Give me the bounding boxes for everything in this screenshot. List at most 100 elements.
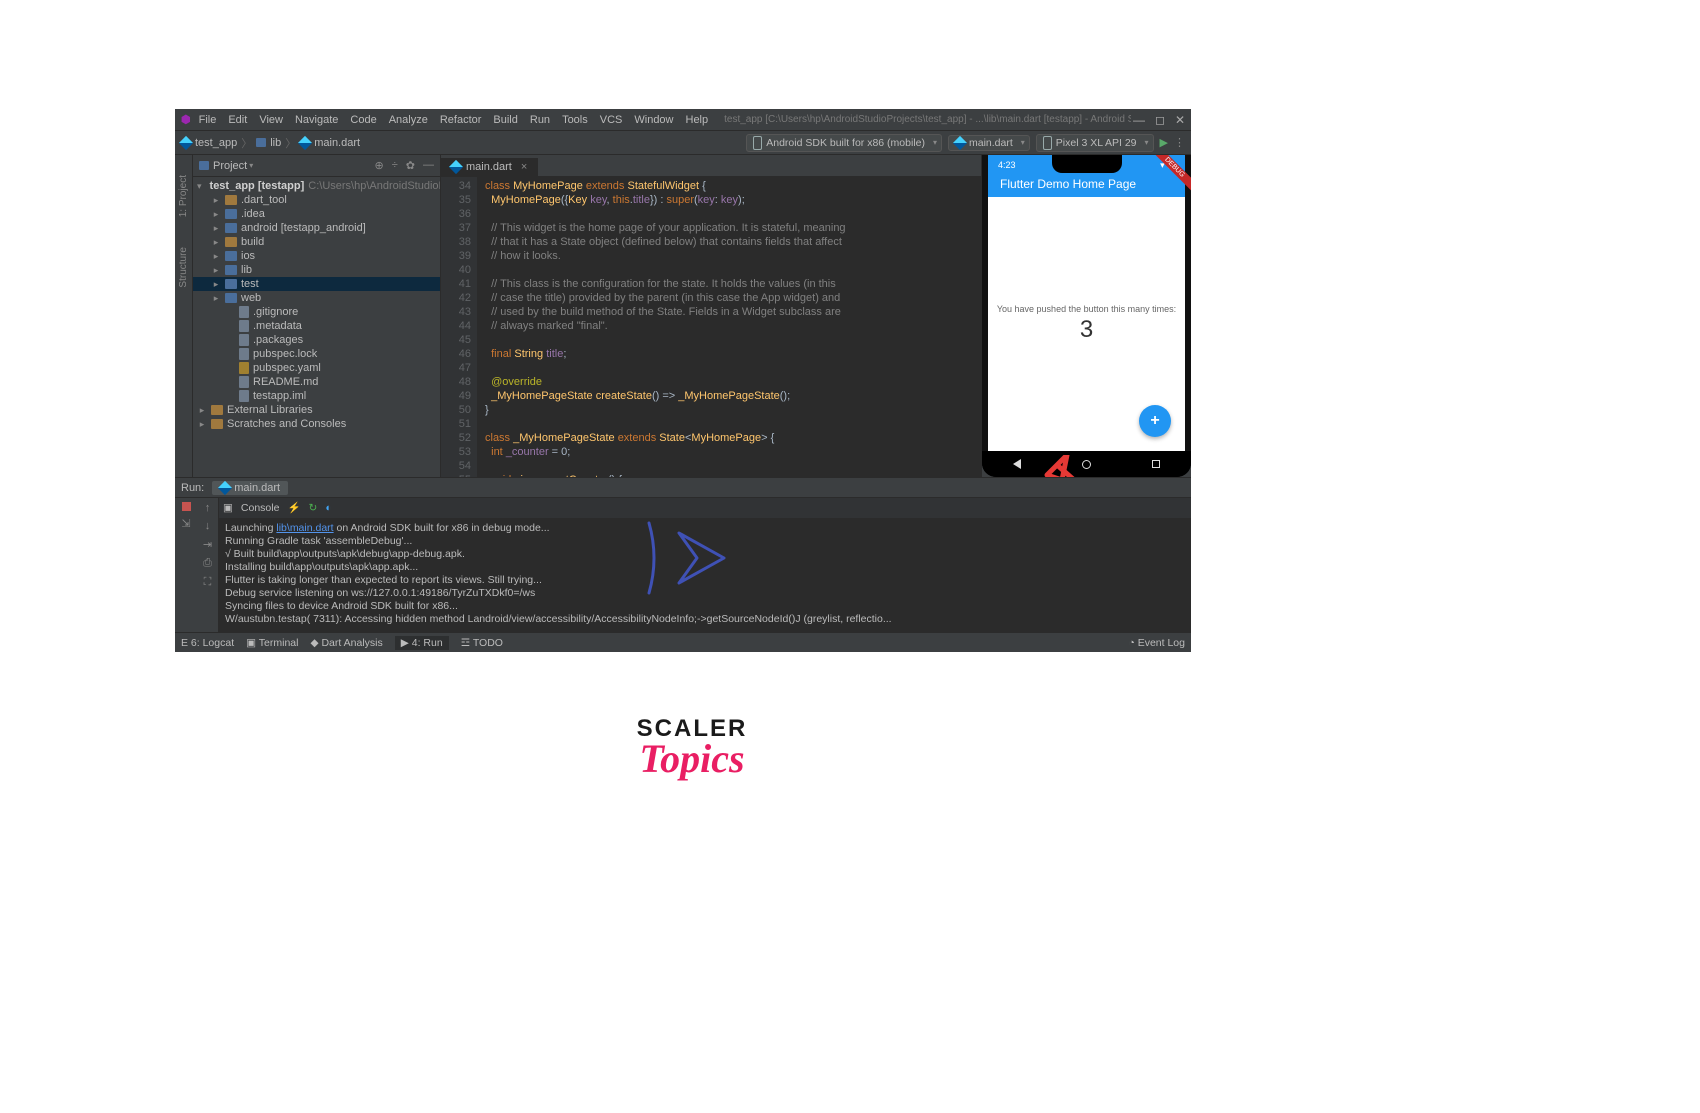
console-output[interactable]: Launching lib\main.dart on Android SDK b… [219,518,1191,632]
phone-icon [1043,136,1052,150]
menu-edit[interactable]: Edit [222,112,253,128]
tree-node[interactable]: README.md [193,375,440,389]
appbar-title: Flutter Demo Home Page [1000,177,1136,191]
collapse-icon[interactable]: ÷ [392,159,398,172]
status-run[interactable]: ▶ 4: Run [395,636,449,650]
reload-icon[interactable]: ↻ [309,502,318,514]
plus-icon: + [1150,412,1159,430]
menu-view[interactable]: View [253,112,289,128]
print-icon[interactable]: ⎙ [203,557,212,570]
menu-tools[interactable]: Tools [556,112,594,128]
console-tab-label[interactable]: Console [241,502,280,514]
tree-node[interactable]: ▸ build [193,235,440,249]
project-tree[interactable]: ▾ test_app [testapp] C:\Users\hp\Android… [193,177,440,433]
code-editor[interactable]: class MyHomePage extends StatefulWidget … [477,177,846,477]
android-studio-window: ⬢ FileEditViewNavigateCodeAnalyzeRefacto… [175,109,1191,652]
menu-window[interactable]: Window [628,112,679,128]
breadcrumb-mid: lib [270,137,281,149]
tree-node[interactable]: .gitignore [193,305,440,319]
terminal-icon: ▣ [246,637,259,649]
status-todo[interactable]: ☲ TODO [461,637,503,649]
structure-tool-label[interactable]: Structure [178,247,189,288]
tree-node[interactable]: pubspec.yaml [193,361,440,375]
hide-icon[interactable]: — [423,159,434,172]
run-small-icon: ▶ [401,637,412,649]
scaler-topics-logo: SCALER Topics [627,715,757,782]
tree-node[interactable]: ▸ web [193,291,440,305]
tree-node[interactable]: ▸ .idea [193,207,440,221]
config-label: main.dart [969,137,1013,149]
status-terminal[interactable]: ▣ Terminal [246,637,298,649]
tree-node[interactable]: ▸ .dart_tool [193,193,440,207]
event-log[interactable]: ◔ Event Log [1128,637,1185,649]
maximize-icon[interactable]: ◻ [1155,113,1165,127]
status-dart[interactable]: ◆ Dart Analysis [310,637,382,649]
menu-build[interactable]: Build [487,112,523,128]
tree-node[interactable]: .packages [193,333,440,347]
counter-label: You have pushed the button this many tim… [997,304,1176,314]
stop-icon[interactable] [182,502,191,511]
flutter-icon [953,135,967,149]
flutter-icon [218,480,232,494]
device-frame: DEBUG 4:23 ▾ ◉ Flutter Demo Home Page Yo… [982,155,1191,477]
editor-tab-main[interactable]: main.dart × [441,158,538,176]
menu-help[interactable]: Help [680,112,715,128]
tree-node[interactable]: ▸ android [testapp_android] [193,221,440,235]
run-icon[interactable]: ▶ [1160,136,1168,149]
target-icon[interactable]: ⊕ [375,159,384,172]
back-icon[interactable] [1013,459,1021,469]
tree-node[interactable]: pubspec.lock [193,347,440,361]
run-tab[interactable]: main.dart [212,481,288,495]
project-tool-label[interactable]: 1: Project [178,175,189,217]
line-gutter: 3435363738394041424344454647484950515253… [441,177,477,477]
console: ▣ Console ⚡ ↻ ◐ Launching lib\main.dart … [219,498,1191,632]
lightning-icon[interactable]: ⚡ [287,501,300,514]
run-label: Run: [181,482,204,494]
menu-vcs[interactable]: VCS [594,112,629,128]
close-tab-icon[interactable]: × [521,161,527,173]
device-selector[interactable]: Android SDK built for x86 (mobile) [746,134,942,152]
menu-refactor[interactable]: Refactor [434,112,488,128]
down-icon[interactable]: ↓ [205,520,211,532]
tree-node[interactable]: .metadata [193,319,440,333]
more-icon[interactable]: ⋮ [1174,136,1185,149]
tree-node[interactable]: testapp.iml [193,389,440,403]
fab-add-button[interactable]: + [1139,405,1171,437]
app-icon: ⬢ [181,113,191,126]
logo-line2: Topics [627,735,757,782]
menu-run[interactable]: Run [524,112,556,128]
device-screen[interactable]: 4:23 ▾ ◉ Flutter Demo Home Page You have… [988,155,1185,451]
tree-node[interactable]: ▸ Scratches and Consoles [193,417,440,431]
device-notch [1052,155,1122,173]
statusbar: E 6: Logcat ▣ Terminal ◆ Dart Analysis ▶… [175,632,1191,652]
up-icon[interactable]: ↑ [205,502,211,514]
emulator-panel: DEBUG 4:23 ▾ ◉ Flutter Demo Home Page Yo… [981,155,1191,477]
wrap-icon[interactable]: ⇥ [203,538,212,551]
tree-node[interactable]: ▸ test [193,277,440,291]
project-panel: Project ▾ ⊕ ÷ ✿ — ▾ test_app [testapp] C… [193,155,441,477]
counter-value: 3 [1080,316,1093,344]
device-label: Android SDK built for x86 (mobile) [766,137,925,149]
status-logcat[interactable]: E 6: Logcat [181,637,234,649]
flutter-icon [449,160,463,174]
menu-code[interactable]: Code [344,112,382,128]
breadcrumb[interactable]: test_app 〉 lib 〉 main.dart [181,135,360,151]
minimize-icon[interactable]: — [1133,113,1145,127]
close-icon[interactable]: ✕ [1175,113,1185,127]
run-config-selector[interactable]: main.dart [948,135,1030,151]
filter-icon[interactable]: ⛶ [204,576,212,589]
tree-node[interactable]: ▾ test_app [testapp] C:\Users\hp\Android… [193,179,440,193]
menu-file[interactable]: File [193,112,223,128]
tree-node[interactable]: ▸ lib [193,263,440,277]
menu-analyze[interactable]: Analyze [383,112,434,128]
console-tab-icon[interactable]: ▣ [223,502,233,514]
menu-navigate[interactable]: Navigate [289,112,344,128]
tree-node[interactable]: ▸ External Libraries [193,403,440,417]
run-panel: Run: main.dart ⇲ ↑ ↓ ⇥ ⎙ ⛶ ▣ Console ⚡ ↻ [175,477,1191,632]
attach-icon[interactable]: ⇲ [181,517,190,530]
tree-node[interactable]: ▸ ios [193,249,440,263]
folder-icon [199,161,209,170]
gear-icon[interactable]: ✿ [406,159,415,172]
inspector-icon[interactable]: ◐ [325,502,331,514]
emulator-selector[interactable]: Pixel 3 XL API 29 [1036,134,1154,152]
